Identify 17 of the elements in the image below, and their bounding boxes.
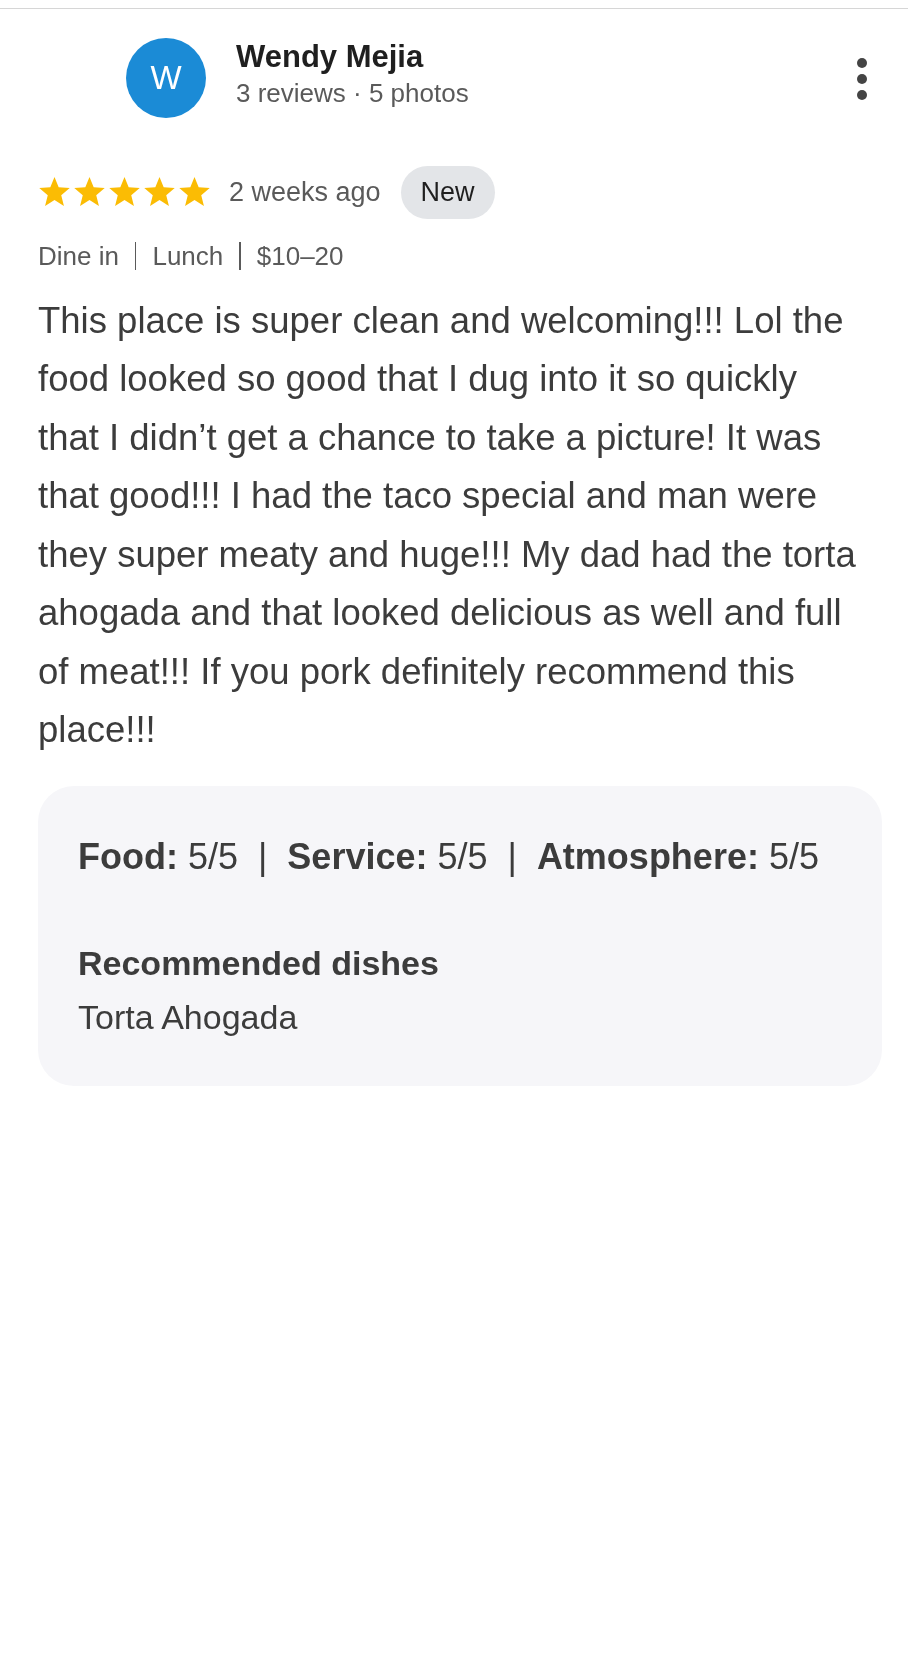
reviewer-stats: 3 reviews · 5 photos <box>236 77 470 110</box>
reviewer-name[interactable]: Wendy Mejia <box>236 38 852 76</box>
visit-tag: Dine in <box>38 236 119 276</box>
star-icon <box>178 176 211 208</box>
star-icon <box>38 176 71 208</box>
ratings-summary: Food: 5/5 | Service: 5/5 | Atmosphere: 5/5 <box>78 834 820 879</box>
visit-tag: Lunch <box>152 236 224 276</box>
star-icon <box>108 176 141 208</box>
avatar[interactable]: W <box>126 38 206 118</box>
visit-tag: $10–20 <box>256 236 344 276</box>
new-badge: New <box>400 166 495 219</box>
star-icon <box>73 176 106 208</box>
review-time: 2 weeks ago <box>229 176 381 209</box>
star-icon <box>143 176 176 208</box>
dishes-heading: Recommended dishes <box>78 942 440 984</box>
review-text: This place is super clean and welcoming!!! Lol the food looked so good that I dug into it so quickly that I didn’t get a chance to take a picture! It was that good!!! I had the taco special and man were they super meaty and huge!!! My dad had the torta ahogada and that looked delicious as well and full of meat!!! If you pork definitely recommend this place!!! <box>38 298 857 752</box>
dish-name: Torta Ahogada <box>78 996 299 1038</box>
